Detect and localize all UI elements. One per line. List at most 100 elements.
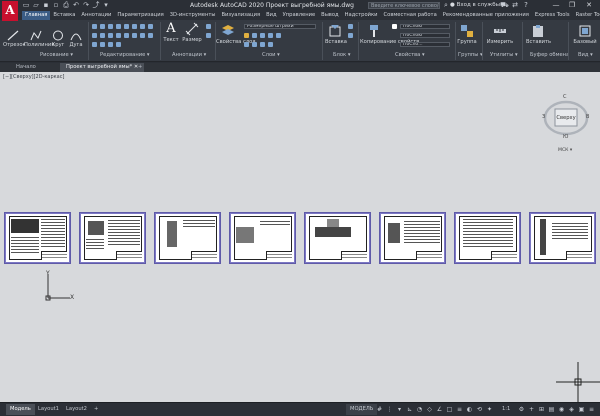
compass-north[interactable]: С <box>563 94 567 100</box>
stretch-icon[interactable] <box>92 33 97 38</box>
modify-group-label[interactable]: Редактирование ▾ <box>100 52 150 58</box>
view-group-label[interactable]: Вид ▾ <box>578 52 593 58</box>
drawing-sheet[interactable] <box>154 212 221 264</box>
model-space-button[interactable]: МОДЕЛЬ <box>346 404 378 415</box>
rotate-icon[interactable] <box>100 24 105 29</box>
block-group-label[interactable]: Блок ▾ <box>333 52 350 58</box>
tab-annotate[interactable]: Аннотации <box>78 11 114 20</box>
linetype-dropdown[interactable]: ПоСло... <box>400 42 450 47</box>
customize-menu-icon[interactable]: ≡ <box>588 406 595 413</box>
polyline-tool[interactable]: Полилиния <box>24 30 54 48</box>
layer-copy-icon[interactable] <box>268 42 273 47</box>
drawing-sheet[interactable] <box>79 212 146 264</box>
layer-isolate-icon[interactable] <box>268 33 273 38</box>
layer-on-icon[interactable] <box>244 33 249 38</box>
annotation-visibility-icon[interactable]: ✦ <box>486 406 493 413</box>
draw-group-label[interactable]: Рисование ▾ <box>40 52 73 58</box>
drawing-sheet[interactable] <box>454 212 521 264</box>
leader-icon[interactable] <box>206 24 211 29</box>
minimize-button[interactable]: — <box>550 1 562 10</box>
units-icon[interactable]: ⊞ <box>538 406 545 413</box>
lengthen-icon[interactable] <box>148 33 153 38</box>
viewcube[interactable]: Сверху С Ю В З <box>542 92 590 144</box>
redo-icon[interactable]: ↷ <box>82 2 90 9</box>
selection-cycling-icon[interactable]: ⟲ <box>476 406 483 413</box>
drawing-sheet[interactable] <box>229 212 296 264</box>
drawing-canvas[interactable]: [−][Сверху][2D-каркас] Сверху С Ю В З МС… <box>0 72 600 402</box>
maximize-button[interactable]: ❐ <box>566 1 578 10</box>
text-tool[interactable]: A Текст <box>163 22 179 44</box>
tab-visualize[interactable]: Визуализация <box>218 11 263 20</box>
drawing-sheet[interactable] <box>304 212 371 264</box>
copy-icon[interactable] <box>124 24 129 29</box>
layer-match-icon[interactable] <box>276 33 281 38</box>
mirror-icon[interactable] <box>132 24 137 29</box>
signin-button[interactable]: ● Вход в службы ▾ <box>450 2 505 8</box>
grid-icon[interactable]: # <box>376 406 383 413</box>
move-icon[interactable] <box>92 24 97 29</box>
clipboard-group-label[interactable]: Буфер обмена <box>530 52 569 58</box>
offset-icon[interactable] <box>116 33 121 38</box>
isolate-objects-icon[interactable]: ◉ <box>558 406 565 413</box>
tab-3d-tools[interactable]: 3D-инструменты <box>167 11 219 20</box>
hardware-acceleration-icon[interactable]: ◈ <box>568 406 575 413</box>
pedit-icon[interactable] <box>100 42 105 47</box>
file-tab-start[interactable]: Начало <box>10 63 42 72</box>
settings-gear-icon[interactable]: ⚙ <box>518 406 525 413</box>
trim-icon[interactable] <box>108 24 113 29</box>
snap-icon[interactable]: ⋮ <box>386 406 393 413</box>
scale-icon[interactable] <box>100 33 105 38</box>
explode-icon[interactable] <box>148 24 153 29</box>
ortho-icon[interactable]: ⊾ <box>406 406 413 413</box>
tab-parametric[interactable]: Параметризация <box>114 11 166 20</box>
exchange-icon[interactable]: ⇄ <box>511 2 519 9</box>
utilities-group-label[interactable]: Утилиты ▾ <box>490 52 518 58</box>
base-view-tool[interactable]: Базовый <box>572 24 598 45</box>
lineweight-dropdown[interactable]: ПоСлою <box>400 33 450 38</box>
compass-east[interactable]: В <box>586 114 589 120</box>
clean-screen-icon[interactable]: ▣ <box>578 406 585 413</box>
search-input[interactable]: Введите ключевое слово/фразу <box>368 2 440 9</box>
tab-addins[interactable]: Надстройки <box>342 11 381 20</box>
dropdown-icon[interactable]: ▾ <box>396 406 403 413</box>
viewcube-face[interactable]: Сверху <box>556 115 576 121</box>
layers-group-label[interactable]: Слои ▾ <box>262 52 280 58</box>
edit-block-icon[interactable] <box>348 33 353 38</box>
layer-freeze-icon[interactable] <box>252 33 257 38</box>
tab-output[interactable]: Вывод <box>318 11 341 20</box>
annotation-group-label[interactable]: Аннотации ▾ <box>172 52 206 58</box>
quick-properties-icon[interactable]: ▤ <box>548 406 555 413</box>
layout-tab-model[interactable]: Модель <box>6 404 35 415</box>
measure-tool[interactable]: Измерить <box>486 24 514 45</box>
object-snap-tracking-icon[interactable]: ∠ <box>436 406 443 413</box>
layout-tab-layout1[interactable]: Layout1 <box>34 404 63 415</box>
layer-current-icon[interactable] <box>260 42 265 47</box>
viewport-controls[interactable]: [−][Сверху][2D-каркас] <box>3 74 64 80</box>
hatch-edit-icon[interactable] <box>108 42 113 47</box>
save-icon[interactable]: ▪ <box>42 2 50 9</box>
tab-manage[interactable]: Управление <box>280 11 319 20</box>
new-tab-button[interactable]: + <box>132 63 148 72</box>
match-properties-tool[interactable]: Копирование свойств <box>360 24 419 45</box>
lineweight-icon[interactable]: ≡ <box>456 406 463 413</box>
annotation-scale[interactable]: 1:1 <box>498 404 514 415</box>
search-icon[interactable]: ⌕ <box>442 2 450 9</box>
insert-tool[interactable]: Вставка <box>325 24 347 45</box>
paste-tool[interactable]: Вставить <box>526 24 551 45</box>
tab-raster-tools[interactable]: Raster Tools <box>573 11 600 20</box>
tab-express-tools[interactable]: Express Tools <box>532 11 573 20</box>
share-icon[interactable]: ⤴ <box>92 2 100 9</box>
align-icon[interactable] <box>92 42 97 47</box>
tab-home[interactable]: Главная <box>22 11 51 20</box>
circle-tool[interactable]: Круг <box>50 30 66 48</box>
break-icon[interactable] <box>140 33 145 38</box>
layer-dropdown[interactable]: Размерные штрихи <box>244 24 316 29</box>
app-logo[interactable]: A <box>2 1 18 21</box>
properties-group-label[interactable]: Свойства ▾ <box>395 52 425 58</box>
close-button[interactable]: ✕ <box>583 1 595 10</box>
compass-west[interactable]: З <box>542 114 545 120</box>
layout-tab-layout2[interactable]: Layout2 <box>62 404 91 415</box>
help-icon[interactable]: ? <box>522 2 530 9</box>
fillet-icon[interactable] <box>140 24 145 29</box>
layer-properties-tool[interactable]: Свойства слоя <box>216 24 255 45</box>
